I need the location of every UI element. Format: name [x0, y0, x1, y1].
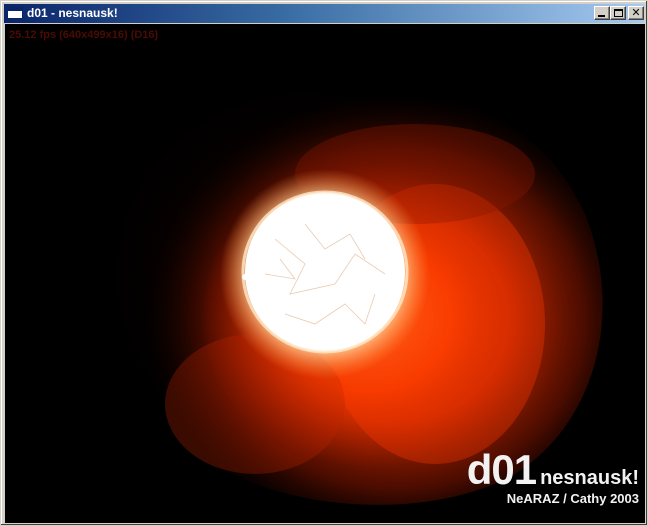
title-bar[interactable]: d01 - nesnausk! ✕ — [4, 4, 644, 23]
app-window-icon[interactable] — [7, 7, 23, 19]
render-viewport[interactable]: 25.12 fps (640x499x16) (D16) d01 nesnausk… — [5, 24, 645, 523]
logo-subtitle: nesnausk! — [540, 467, 639, 489]
fps-counter: 25.12 fps (640x499x16) (D16) — [9, 29, 159, 41]
application-window: d01 - nesnausk! ✕ 25.12 fps (640x499x16)… — [0, 0, 648, 526]
credits-text: NeARAZ / Cathy 2003 — [506, 491, 639, 506]
maximize-button[interactable] — [610, 6, 626, 20]
demo-logo: d01 nesnausk! — [467, 446, 639, 494]
minimize-icon — [598, 15, 605, 17]
sun-sphere — [220, 169, 430, 379]
window-title: d01 - nesnausk! — [27, 6, 118, 20]
close-button[interactable]: ✕ — [628, 6, 644, 20]
close-icon: ✕ — [631, 6, 641, 19]
logo-title: d01 — [466, 446, 537, 493]
minimize-button[interactable] — [594, 6, 610, 20]
maximize-icon — [614, 9, 623, 17]
